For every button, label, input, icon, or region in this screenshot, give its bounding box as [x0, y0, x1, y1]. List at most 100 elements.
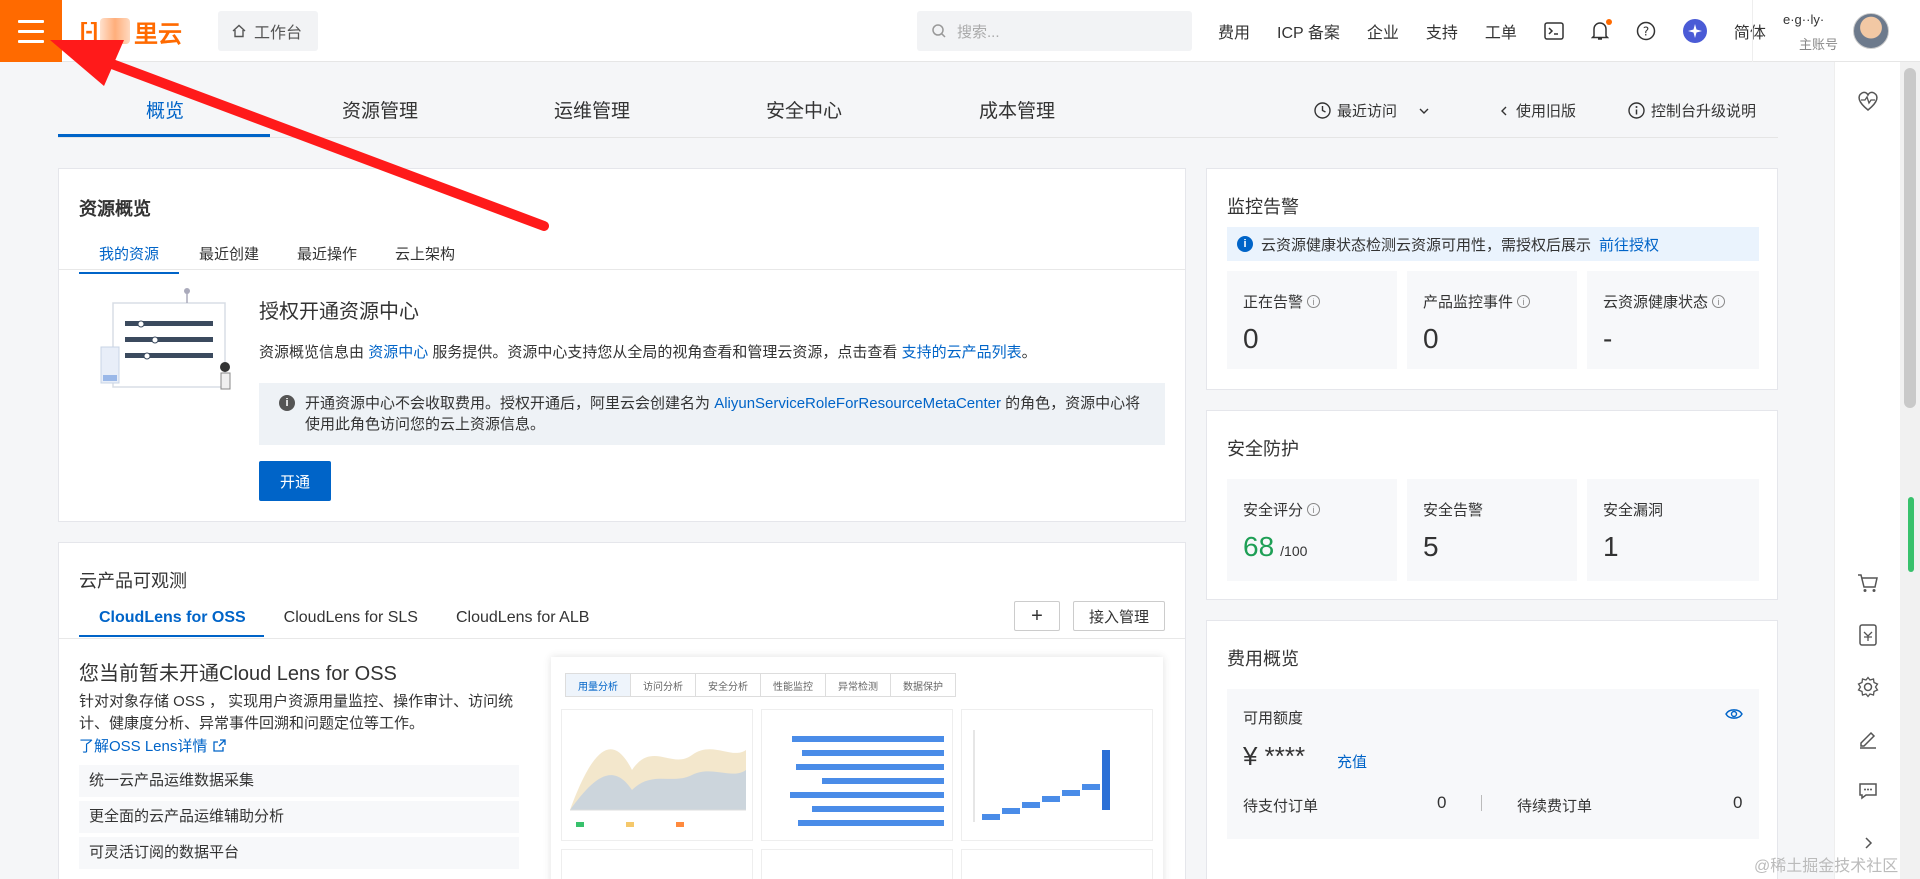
card-title: 监控告警	[1227, 197, 1299, 217]
resource-center-notice: i 开通资源中心不会收取费用。授权开通后，阿里云会创建名为 AliyunServ…	[259, 383, 1165, 445]
tab-resource-management[interactable]: 资源管理	[342, 96, 418, 123]
access-management-button[interactable]: 接入管理	[1073, 601, 1165, 631]
upgrade-note-link[interactable]: 控制台升级说明	[1628, 100, 1756, 121]
side-indicator	[1908, 497, 1914, 572]
help-icon[interactable]: i	[1517, 295, 1531, 308]
card-title: 资源概览	[79, 199, 151, 219]
billing-icon[interactable]	[1855, 622, 1881, 648]
notification-dot	[1605, 19, 1612, 25]
resource-overview-card: 资源概览 我的资源 最近创建 最近操作 云上架构 授权开通资源中心 资源概览信息…	[58, 168, 1186, 522]
chevron-left-icon	[1501, 106, 1507, 115]
observability-card: 云产品可观测 CloudLens for OSS CloudLens for S…	[58, 542, 1186, 879]
tab-cloudlens-alb[interactable]: CloudLens for ALB	[456, 609, 589, 637]
monitoring-notice: i 云资源健康状态检测云资源可用性，需授权后展示 前往授权	[1227, 227, 1759, 261]
cloudlens-preview-image: 用量分析 访问分析 安全分析 性能监控 异常检测 数据保护	[551, 657, 1163, 879]
home-icon	[232, 24, 246, 38]
cloudlens-desc: 针对对象存储 OSS ， 实现用户资源用量监控、操作审计、访问统计、健康度分析、…	[79, 693, 514, 732]
info-icon: i	[279, 395, 295, 411]
chat-icon[interactable]	[1855, 778, 1881, 804]
monitoring-card: 监控告警 i 云资源健康状态检测云资源可用性，需授权后展示 前往授权 正在告警 i…	[1206, 168, 1778, 390]
costs-card: 费用概览 可用额度 ¥ **** 充值 待支付订单 0 待续费订单 0	[1206, 620, 1778, 879]
hamburger-icon	[18, 19, 44, 23]
workbench-button[interactable]: 工作台	[218, 11, 318, 51]
edit-icon[interactable]	[1855, 726, 1881, 752]
card-title: 费用概览	[1227, 649, 1299, 669]
security-score: 68	[1243, 531, 1275, 562]
nav-ticket[interactable]: 工单	[1485, 19, 1517, 43]
eye-icon[interactable]	[1725, 707, 1743, 721]
card-title: 安全防护	[1227, 439, 1299, 459]
pending-payment-label[interactable]: 待支付订单	[1243, 795, 1318, 816]
available-credit-panel: 可用额度 ¥ **** 充值 待支付订单 0 待续费订单 0	[1227, 689, 1759, 839]
health-icon[interactable]	[1855, 88, 1881, 114]
scrollbar-thumb[interactable]	[1904, 68, 1916, 408]
active-tab-indicator	[58, 134, 270, 137]
stat-monitor-events[interactable]: 产品监控事件 i 0	[1407, 271, 1577, 369]
resource-center-desc: 资源概览信息由 资源中心 服务提供。资源中心支持您从全局的视角查看和管理云资源，…	[259, 344, 1037, 361]
nav-support[interactable]: 支持	[1426, 19, 1458, 43]
preview-bar-chart	[761, 709, 953, 841]
learn-more-link[interactable]: 了解OSS Lens详情	[79, 735, 227, 756]
pending-payment-count: 0	[1437, 793, 1447, 812]
pending-renewal-label[interactable]: 待续费订单	[1517, 795, 1592, 816]
user-menu[interactable]: e·g··ly· 主账号	[1752, 0, 1920, 62]
role-name-link[interactable]: AliyunServiceRoleForResourceMetaCenter	[714, 395, 1001, 412]
watermark: @稀土掘金技术社区	[1754, 858, 1899, 875]
main-tabs: 概览 资源管理 运维管理 安全中心 成本管理 最近访问 使用旧版 控制台升级说明	[58, 86, 1778, 138]
feature-item: 更全面的云产品运维辅助分析	[79, 801, 519, 833]
stat-security-vulns[interactable]: 安全漏洞 1	[1587, 479, 1759, 581]
clock-icon	[1314, 102, 1331, 119]
help-icon[interactable]: ?	[1636, 21, 1656, 41]
preview-tabs: 用量分析 访问分析 安全分析 性能监控 异常检测 数据保护	[565, 673, 956, 697]
authorize-link[interactable]: 前往授权	[1599, 234, 1659, 255]
stat-security-score[interactable]: 安全评分 i 68/100	[1227, 479, 1397, 581]
tab-security-center[interactable]: 安全中心	[766, 96, 842, 123]
use-old-version-link[interactable]: 使用旧版	[1498, 100, 1576, 121]
tab-overview[interactable]: 概览	[146, 96, 184, 123]
resource-center-heading: 授权开通资源中心	[259, 301, 419, 323]
recharge-link[interactable]: 充值	[1337, 751, 1367, 772]
activate-button[interactable]: 开通	[259, 461, 331, 501]
cloudlens-heading: 您当前暂未开通Cloud Lens for OSS	[79, 663, 397, 685]
help-icon[interactable]: i	[1307, 503, 1321, 516]
info-icon	[1628, 102, 1645, 119]
external-link-icon	[213, 739, 227, 752]
tab-ops-management[interactable]: 运维管理	[554, 96, 630, 123]
card-title: 云产品可观测	[79, 571, 187, 591]
tab-cloudlens-sls[interactable]: CloudLens for SLS	[284, 609, 418, 637]
terminal-icon[interactable]	[1544, 22, 1564, 40]
resource-center-link[interactable]: 资源中心	[368, 344, 428, 361]
stat-security-alerts[interactable]: 安全告警 5	[1407, 479, 1577, 581]
tab-cost-management[interactable]: 成本管理	[979, 96, 1055, 123]
add-button[interactable]: +	[1014, 601, 1060, 631]
feature-item: 可灵活订阅的数据平台	[79, 837, 519, 869]
pending-renewal-count: 0	[1733, 793, 1743, 812]
user-account-type: 主账号	[1799, 37, 1839, 52]
cart-icon[interactable]	[1855, 570, 1881, 596]
svg-text:?: ?	[1643, 25, 1649, 39]
nav-enterprise[interactable]: 企业	[1367, 19, 1399, 43]
help-icon[interactable]: i	[1712, 295, 1726, 308]
nav-icp[interactable]: ICP 备案	[1277, 19, 1340, 43]
bell-icon[interactable]	[1590, 19, 1612, 41]
app-icon[interactable]	[1682, 19, 1707, 43]
stat-health-status[interactable]: 云资源健康状态 i -	[1587, 271, 1759, 369]
recent-visits-dropdown[interactable]: 最近访问	[1314, 100, 1431, 121]
settings-icon[interactable]	[1855, 674, 1881, 700]
supported-products-link[interactable]: 支持的云产品列表	[902, 344, 1022, 361]
stat-alerting[interactable]: 正在告警 i 0	[1227, 271, 1397, 369]
avatar[interactable]	[1853, 13, 1889, 49]
tab-cloudlens-oss[interactable]: CloudLens for OSS	[79, 609, 264, 637]
scrollbar[interactable]	[1900, 62, 1920, 879]
nav-fees[interactable]: 费用	[1218, 19, 1250, 43]
help-icon[interactable]: i	[1307, 295, 1321, 308]
menu-button[interactable]	[0, 0, 62, 62]
chevron-down-icon	[1419, 108, 1429, 114]
search-input[interactable]: 搜索...	[917, 11, 1192, 51]
security-card: 安全防护 安全评分 i 68/100 安全告警 5 安全漏洞 1	[1206, 410, 1778, 600]
right-tool-rail	[1834, 62, 1900, 879]
preview-area-chart	[561, 709, 753, 841]
aliyun-logo[interactable]: [-] 里云	[80, 16, 182, 48]
preview-waterfall-chart	[961, 709, 1153, 841]
info-icon: i	[1237, 236, 1253, 252]
